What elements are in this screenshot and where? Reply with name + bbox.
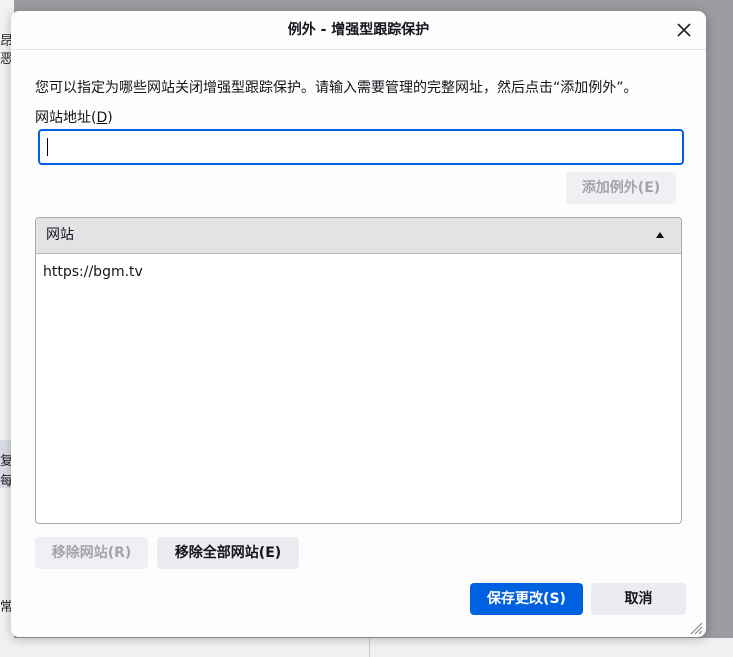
cancel-button[interactable]: 取消 — [591, 583, 686, 615]
website-address-label: 网站地址(D) — [35, 107, 113, 127]
text-caret — [47, 138, 48, 156]
background-bottom-strip — [0, 638, 733, 657]
close-icon[interactable] — [673, 19, 695, 41]
exceptions-dialog: 例外 - 增强型跟踪保护 您可以指定为哪些网站关闭增强型跟踪保护。请输入需要管理… — [11, 11, 706, 637]
remove-all-sites-button[interactable]: 移除全部网站(E) — [157, 537, 299, 569]
list-item[interactable]: https://bgm.tv — [36, 261, 681, 285]
sort-ascending-icon — [656, 232, 664, 238]
site-list: 网站 https://bgm.tv — [35, 217, 682, 524]
label-text: 网站地址( — [35, 110, 97, 126]
dialog-description: 您可以指定为哪些网站关闭增强型跟踪保护。请输入需要管理的完整网址，然后点击“添加… — [35, 80, 638, 96]
dialog-title: 例外 - 增强型跟踪保护 — [287, 22, 430, 38]
column-header-label: 网站 — [46, 227, 74, 243]
remove-site-button[interactable]: 移除网站(R) — [35, 537, 148, 569]
label-accesskey: D — [96, 110, 108, 126]
add-exception-button[interactable]: 添加例外(E) — [566, 172, 676, 204]
save-changes-button[interactable]: 保存更改(S) — [470, 583, 583, 615]
column-header-site[interactable]: 网站 — [36, 218, 681, 254]
website-address-input[interactable] — [38, 129, 684, 165]
label-text-end: ) — [107, 110, 113, 126]
resize-grip-icon[interactable] — [689, 621, 703, 635]
dialog-titlebar: 例外 - 增强型跟踪保护 — [11, 11, 706, 50]
background-divider — [369, 638, 370, 657]
site-url: https://bgm.tv — [43, 264, 143, 280]
